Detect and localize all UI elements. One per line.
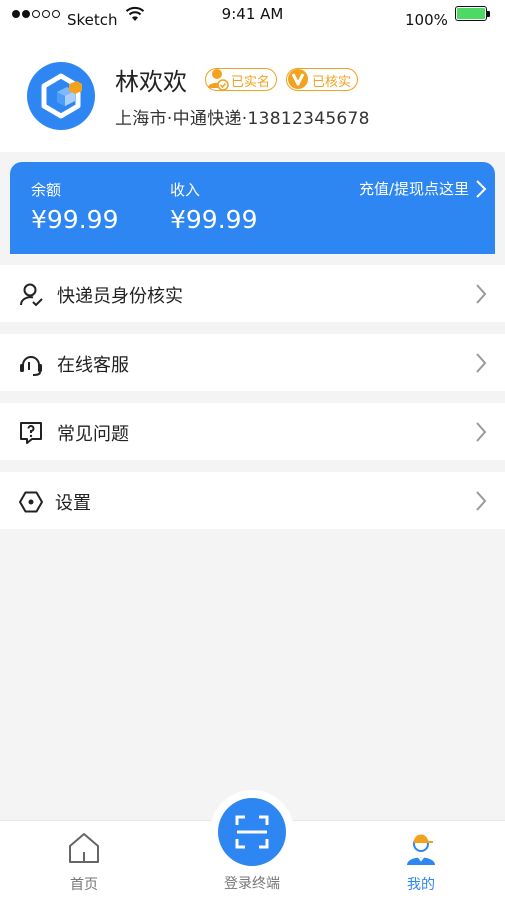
battery-percent: 100% <box>405 11 448 29</box>
menu-item-online-service[interactable]: 在线客服 <box>0 334 505 391</box>
chevron-right-icon <box>476 284 487 304</box>
tab-mine[interactable]: 我的 <box>361 821 481 900</box>
menu-label: 设置 <box>55 493 91 514</box>
scan-login-button[interactable] <box>218 798 286 866</box>
tab-home-label: 首页 <box>70 877 98 893</box>
menu-item-faq[interactable]: 常见问题 <box>0 403 505 460</box>
balance-label: 余额 <box>31 181 62 199</box>
status-bar: Sketch 9:41 AM 100% <box>0 0 505 40</box>
chevron-right-icon <box>476 491 487 511</box>
user-check-icon <box>20 283 43 307</box>
menu-label: 快递员身份核实 <box>57 286 183 307</box>
recharge-withdraw-label: 充值/提现点这里 <box>358 180 469 198</box>
real-name-badge: 已实名 <box>205 68 278 91</box>
menu-item-settings[interactable]: 设置 <box>0 472 505 529</box>
user-name: 林欢欢 <box>115 68 187 96</box>
home-icon <box>69 833 99 863</box>
battery-icon <box>455 6 490 21</box>
v-verified-icon <box>288 69 308 89</box>
tab-scan-label: 登录终端 <box>224 876 280 892</box>
income-value: ¥99.99 <box>170 205 258 234</box>
income-label: 收入 <box>170 181 201 199</box>
menu-label: 在线客服 <box>57 355 129 376</box>
tab-home[interactable]: 首页 <box>24 821 144 900</box>
balance-value: ¥99.99 <box>31 205 119 234</box>
courier-profile-icon <box>407 834 435 865</box>
chevron-right-icon <box>476 179 487 198</box>
question-bubble-icon <box>20 422 42 444</box>
profile-header: 林欢欢 已实名 已核实 上海市·中通快递·13812345678 <box>0 40 505 152</box>
menu-item-courier-verification[interactable]: 快递员身份核实 <box>0 265 505 322</box>
chevron-right-icon <box>476 422 487 442</box>
real-name-badge-label: 已实名 <box>231 75 271 90</box>
user-verified-icon <box>208 69 229 91</box>
scan-icon <box>235 815 269 849</box>
verified-badge: 已核实 <box>286 68 359 91</box>
logo-cube-icon <box>41 73 82 119</box>
menu-label: 常见问题 <box>57 424 129 445</box>
user-info: 上海市·中通快递·13812345678 <box>115 109 370 129</box>
recharge-withdraw-link[interactable]: 充值/提现点这里 <box>359 178 487 199</box>
balance-card: 余额 ¥99.99 收入 ¥99.99 充值/提现点这里 <box>10 162 495 254</box>
scan-button-ring <box>210 790 294 874</box>
verified-badge-label: 已核实 <box>312 75 352 90</box>
headset-icon <box>20 356 42 376</box>
hexagon-settings-icon <box>19 491 43 513</box>
chevron-right-icon <box>476 353 487 373</box>
avatar[interactable] <box>27 62 95 130</box>
tab-mine-label: 我的 <box>407 877 435 893</box>
